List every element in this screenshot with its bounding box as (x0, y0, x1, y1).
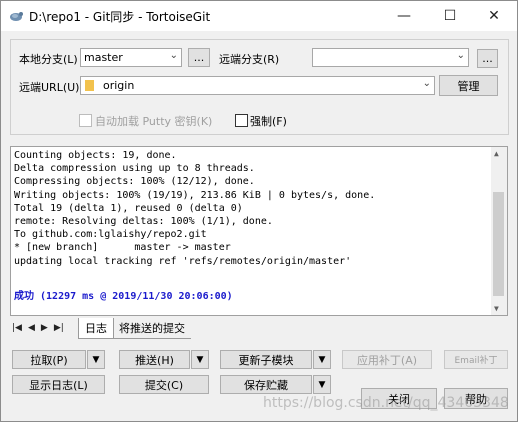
previous-tab-icon[interactable]: ◀ (28, 323, 35, 333)
scroll-thumb[interactable] (493, 192, 504, 296)
maximize-button[interactable]: ☐ (427, 1, 473, 31)
last-tab-icon[interactable]: ▶| (54, 323, 64, 333)
local-branch-value: master (84, 51, 123, 64)
log-line: Total 19 (delta 1), reused 0 (delta 0) (14, 202, 243, 214)
log-lines: Counting objects: 19, done. Delta compres… (14, 149, 375, 268)
force-checkbox[interactable] (235, 114, 248, 127)
remote-url-label: 远端URL(U): (19, 81, 84, 94)
scroll-down-arrow-icon[interactable]: ▼ (494, 304, 499, 313)
remote-url-combo[interactable]: origin ⌄ (80, 76, 435, 95)
local-branch-browse-button[interactable]: ... (188, 48, 210, 67)
log-line: Counting objects: 19, done. (14, 150, 177, 161)
chevron-down-icon: ⌄ (169, 50, 178, 61)
stash-button[interactable]: 保存贮藏 (220, 375, 312, 394)
tab-commits-to-push[interactable]: 将推送的提交 (113, 318, 191, 339)
log-line: Compressing objects: 100% (12/12), done. (14, 176, 255, 188)
stash-dropdown-arrow-icon[interactable]: ▼ (313, 375, 331, 394)
push-button[interactable]: 推送(H) (119, 350, 190, 369)
window-title: D:\repo1 - Git同步 - TortoiseGit (29, 10, 211, 24)
remote-branch-combo[interactable]: ⌄ (312, 48, 469, 67)
commit-button[interactable]: 提交(C) (119, 375, 209, 394)
folder-icon (85, 80, 94, 91)
log-line: To github.com:lglaishy/repo2.git (14, 229, 207, 241)
close-window-button[interactable]: ✕ (471, 1, 517, 31)
update-submodule-button[interactable]: 更新子模块 (220, 350, 312, 369)
remote-branch-label: 远端分支(R) (219, 53, 280, 66)
output-log[interactable]: Counting objects: 19, done. Delta compres… (10, 146, 508, 316)
remote-settings-group: 本地分支(L) master ⌄ ... 远端分支(R) ⌄ ... 远端URL… (10, 39, 509, 135)
manage-button[interactable]: 管理 (439, 75, 498, 96)
show-log-button[interactable]: 显示日志(L) (12, 375, 105, 394)
dialog-content: 本地分支(L) master ⌄ ... 远端分支(R) ⌄ ... 远端URL… (1, 31, 517, 421)
chevron-down-icon: ⌄ (422, 78, 431, 89)
next-tab-icon[interactable]: ▶ (41, 323, 48, 333)
submodule-dropdown-arrow-icon[interactable]: ▼ (313, 350, 331, 369)
remote-branch-browse-button[interactable]: ... (477, 49, 498, 68)
log-line: remote: Resolving deltas: 100% (1/1), do… (14, 215, 273, 227)
remote-url-value: origin (103, 79, 135, 92)
scroll-up-arrow-icon[interactable]: ▲ (494, 149, 499, 158)
watermark-text: https://blog.csdn.net/qq_43463348 (263, 395, 509, 411)
log-line: Writing objects: 100% (19/19), 213.86 Ki… (14, 189, 376, 201)
log-scrollbar[interactable]: ▲ ▼ (491, 147, 507, 315)
email-patch-button[interactable]: Email补丁 (444, 350, 508, 369)
pull-button[interactable]: 拉取(P) (12, 350, 86, 369)
force-label: 强制(F) (250, 115, 287, 128)
autoload-putty-checkbox[interactable] (79, 114, 92, 127)
first-tab-icon[interactable]: |◀ (12, 323, 22, 333)
tab-log[interactable]: 日志 (78, 318, 114, 339)
log-line: updating local tracking ref 'refs/remote… (14, 255, 352, 267)
autoload-putty-label: 自动加载 Putty 密钥(K) (95, 115, 213, 128)
apply-patch-button[interactable]: 应用补丁(A) (342, 350, 432, 369)
local-branch-label: 本地分支(L) (19, 53, 78, 66)
push-dropdown-arrow-icon[interactable]: ▼ (191, 350, 209, 369)
log-line: * [new branch] master -> master (14, 242, 231, 254)
sync-dialog-window: D:\repo1 - Git同步 - TortoiseGit — ☐ ✕ 本地分… (0, 0, 518, 422)
minimize-button[interactable]: — (381, 1, 427, 31)
tortoisegit-app-icon (10, 12, 23, 21)
success-message: 成功 (12297 ms @ 2019/11/30 20:06:00) (14, 291, 233, 302)
log-line: Delta compression using up to 8 threads. (14, 163, 255, 175)
pull-dropdown-arrow-icon[interactable]: ▼ (87, 350, 105, 369)
local-branch-combo[interactable]: master ⌄ (80, 48, 182, 67)
title-bar: D:\repo1 - Git同步 - TortoiseGit — ☐ ✕ (1, 1, 517, 31)
tab-navigation: |◀ ◀ ▶ ▶| (12, 323, 70, 333)
chevron-down-icon: ⌄ (456, 50, 465, 61)
